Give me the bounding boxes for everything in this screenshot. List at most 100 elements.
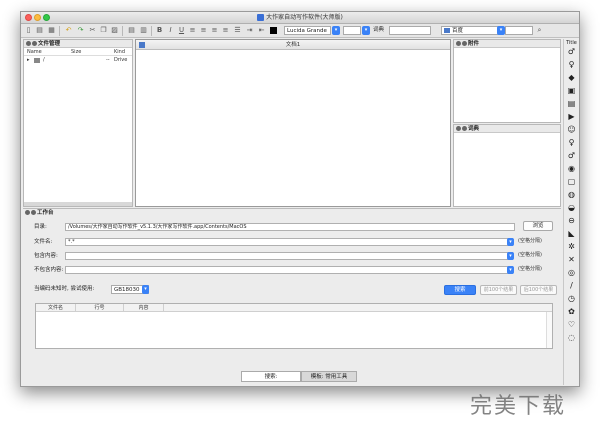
- column-kind[interactable]: Kind: [114, 49, 125, 56]
- include-input[interactable]: [65, 252, 513, 260]
- encoding-label: 当编码未知时, 尝试使用:: [34, 286, 95, 292]
- column-name[interactable]: Name: [27, 49, 42, 56]
- male-icon[interactable]: ♂: [567, 151, 576, 160]
- exclude-input[interactable]: [65, 266, 513, 274]
- copy-icon[interactable]: ❐: [99, 26, 108, 35]
- female-icon[interactable]: ♀: [567, 138, 576, 147]
- reference-title: 附件: [468, 41, 480, 47]
- shirt-icon[interactable]: ◒: [567, 203, 576, 212]
- app-icon: [257, 14, 265, 21]
- open-icon[interactable]: ▤: [35, 26, 44, 35]
- bold-icon[interactable]: B: [155, 26, 164, 35]
- book-icon[interactable]: ▤: [567, 99, 576, 108]
- gear-icon[interactable]: ✲: [567, 242, 576, 251]
- outdent-icon[interactable]: ⇤: [257, 26, 266, 35]
- chevron-down-icon[interactable]: ▾: [362, 26, 370, 35]
- swords-icon[interactable]: ✕: [567, 255, 576, 264]
- restore-icon[interactable]: [462, 41, 467, 46]
- editor-area[interactable]: [136, 51, 450, 206]
- save-icon[interactable]: ▦: [47, 26, 56, 35]
- tag-icon[interactable]: ◆: [567, 73, 576, 82]
- tab-search[interactable]: 搜索:: [241, 371, 301, 382]
- search-button[interactable]: 搜索: [444, 285, 476, 295]
- reference-panel: 附件: [453, 39, 561, 123]
- restore-icon[interactable]: [32, 41, 37, 46]
- italic-icon[interactable]: I: [166, 26, 175, 35]
- eye-icon[interactable]: ◎: [567, 268, 576, 277]
- globe-icon[interactable]: ◍: [567, 190, 576, 199]
- group-icon[interactable]: ◉: [567, 164, 576, 173]
- person-icon[interactable]: ☺: [567, 125, 576, 134]
- restore-icon[interactable]: [31, 210, 36, 215]
- column-content[interactable]: 内容: [124, 304, 164, 312]
- title-bar: 大作家自动写作软件(大师版): [21, 12, 579, 24]
- horizontal-scrollbar[interactable]: [24, 202, 132, 206]
- column-line[interactable]: 行号: [76, 304, 124, 312]
- prev-results-button[interactable]: 前100个结果: [480, 285, 517, 295]
- portrait-icon[interactable]: ▢: [567, 177, 576, 186]
- exclude-label: 不包含内容:: [34, 267, 64, 273]
- chevron-down-icon[interactable]: ▾: [142, 285, 149, 294]
- vertical-scrollbar[interactable]: [546, 312, 552, 348]
- justify-icon[interactable]: ≡: [221, 26, 230, 35]
- file-manager-title: 文件管理: [38, 41, 61, 47]
- male-icon[interactable]: ♂: [567, 47, 576, 56]
- redo-icon[interactable]: ↷: [76, 26, 85, 35]
- shoe-icon[interactable]: ◣: [567, 229, 576, 238]
- align-left-icon[interactable]: ≡: [188, 26, 197, 35]
- close-icon[interactable]: [26, 41, 31, 46]
- close-icon[interactable]: [456, 41, 461, 46]
- clock-icon[interactable]: ◷: [567, 294, 576, 303]
- search-icon[interactable]: ⌕: [535, 26, 544, 35]
- drive-icon: [34, 58, 40, 63]
- cut-icon[interactable]: ✂: [88, 26, 97, 35]
- font-select[interactable]: Lucida Grande: [284, 26, 331, 35]
- dictionary-input[interactable]: [389, 26, 431, 35]
- column-file[interactable]: 文件名: [36, 304, 76, 312]
- next-results-button[interactable]: 后100个结果: [520, 285, 557, 295]
- list-icon[interactable]: ☰: [233, 26, 242, 35]
- chat-icon[interactable]: ◌: [567, 333, 576, 342]
- web-search-input[interactable]: [505, 26, 533, 35]
- chevron-down-icon[interactable]: ▾: [332, 26, 340, 35]
- place-icon[interactable]: ▣: [567, 86, 576, 95]
- play-icon[interactable]: ▶: [567, 112, 576, 121]
- no-entry-icon[interactable]: ⊖: [567, 216, 576, 225]
- align-right-icon[interactable]: ≡: [210, 26, 219, 35]
- toolbar-separator: [122, 26, 123, 36]
- text-color-icon[interactable]: [270, 27, 277, 34]
- sword-icon[interactable]: /: [567, 281, 576, 290]
- directory-input[interactable]: /Volumes/大作家自动写作软件_v5.1.3/大作家写作软件.app/Co…: [65, 223, 515, 231]
- chevron-down-icon[interactable]: ▾: [507, 252, 514, 260]
- chevron-down-icon[interactable]: ▾: [507, 266, 514, 274]
- workbench-title: 工作台: [37, 210, 54, 216]
- expand-arrow-icon[interactable]: ▸: [27, 57, 30, 64]
- search-engine-select[interactable]: 百度: [441, 26, 499, 35]
- align-center-icon[interactable]: ≡: [199, 26, 208, 35]
- chevron-down-icon[interactable]: ▾: [497, 26, 505, 35]
- document-tab[interactable]: 文档1: [136, 40, 450, 50]
- female-icon[interactable]: ♀: [567, 60, 576, 69]
- print-icon[interactable]: ▤: [127, 26, 136, 35]
- workbench-panel: 工作台 目录: /Volumes/大作家自动写作软件_v5.1.3/大作家写作软…: [23, 208, 561, 370]
- undo-icon[interactable]: ↶: [64, 26, 73, 35]
- file-size: --: [106, 57, 110, 63]
- paste-icon[interactable]: ▨: [110, 26, 119, 35]
- filename-input[interactable]: *.*: [65, 238, 513, 246]
- tab-templates[interactable]: 模板: 常用工具: [301, 371, 357, 382]
- pdf-icon[interactable]: ▥: [139, 26, 148, 35]
- close-icon[interactable]: [25, 210, 30, 215]
- results-header: 文件名 行号 内容: [36, 304, 552, 312]
- font-size-select[interactable]: [343, 26, 361, 35]
- file-row[interactable]: ▸ / -- Drive: [24, 57, 132, 64]
- browse-button[interactable]: 浏览: [523, 221, 553, 231]
- column-size[interactable]: Size: [71, 49, 81, 56]
- indent-icon[interactable]: ⇥: [245, 26, 254, 35]
- close-icon[interactable]: [456, 126, 461, 131]
- heart-icon[interactable]: ♡: [567, 320, 576, 329]
- restore-icon[interactable]: [462, 126, 467, 131]
- chevron-down-icon[interactable]: ▾: [507, 238, 514, 246]
- palette-icon[interactable]: ✿: [567, 307, 576, 316]
- underline-icon[interactable]: U: [177, 26, 186, 35]
- new-document-icon[interactable]: ▯: [24, 26, 33, 35]
